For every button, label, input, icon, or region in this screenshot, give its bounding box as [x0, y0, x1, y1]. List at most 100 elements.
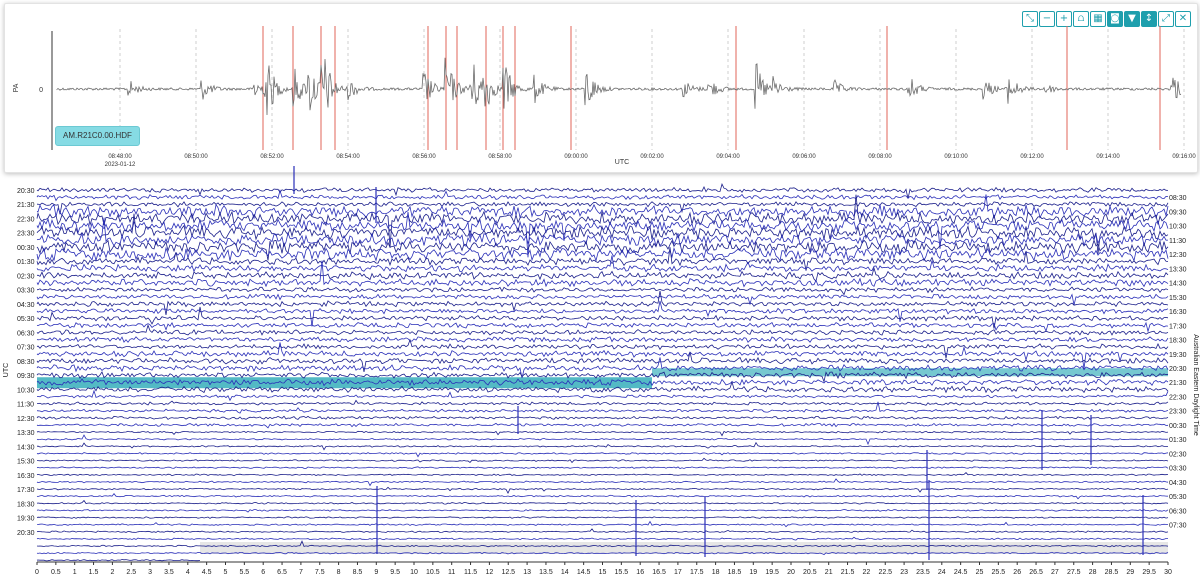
helicorder-row-trace [37, 457, 1169, 464]
helicorder-row-trace [36, 536, 1168, 541]
minute-tick-label: 19 [749, 569, 757, 576]
minute-tick-label: 10.5 [426, 569, 440, 576]
minute-tick-label: 18 [712, 569, 720, 576]
utc-hour-label: 23:30 [17, 231, 35, 238]
minute-tick-label: 28 [1089, 569, 1097, 576]
utc-hour-label: 17:30 [17, 487, 35, 494]
minute-tick-label: 26.5 [1029, 569, 1043, 576]
local-hour-label: 13:30 [1169, 266, 1187, 273]
minute-tick-label: 13.5 [539, 569, 553, 576]
utc-hour-label: 14:30 [17, 444, 35, 451]
utc-hour-label: 18:30 [17, 501, 35, 508]
local-hour-label: 18:30 [1169, 338, 1187, 345]
local-hour-label: 11:30 [1169, 238, 1186, 245]
minute-tick-label: 5.5 [239, 569, 249, 576]
minute-tick-label: 13 [523, 569, 531, 576]
minute-tick-label: 16.5 [652, 569, 666, 576]
minute-tick-label: 17.5 [690, 569, 704, 576]
minute-tick-label: 12.5 [501, 569, 515, 576]
minute-tick-label: 19.5 [765, 569, 779, 576]
local-hour-label: 22:30 [1169, 394, 1187, 401]
no-data-region [200, 542, 1168, 554]
helicorder-row-trace [36, 342, 1169, 369]
minute-tick-label: 8.5 [353, 569, 363, 576]
helicorder-plot[interactable]: 20:30 21:30 22:30 23:30 00:30 01:30 02:30 03:30… [0, 0, 1200, 577]
minute-tick-label: 9 [374, 569, 378, 576]
minute-tick-label: 7 [299, 569, 303, 576]
minute-tick-label: 11.5 [464, 569, 477, 576]
utc-hour-label: 03:30 [17, 288, 35, 295]
minute-tick-label: 27.5 [1067, 569, 1081, 576]
helicorder-row-trace [36, 422, 1169, 429]
minute-tick-label: 20 [787, 569, 795, 576]
minute-tick-label: 12 [486, 569, 494, 576]
minute-tick-label: 9.5 [390, 569, 400, 576]
utc-hour-label: 00:30 [17, 245, 35, 252]
helicorder-row-trace [36, 466, 1169, 469]
minute-tick-label: 10 [410, 569, 418, 576]
local-hour-label: 10:30 [1169, 224, 1187, 231]
minute-tick-label: 22.5 [878, 569, 892, 576]
minute-tick-label: 11 [448, 569, 455, 576]
utc-hour-label: 02:30 [17, 273, 35, 280]
minute-tick-label: 6 [261, 569, 265, 576]
helicorder-row-trace [37, 286, 1169, 296]
helicorder-row-trace [36, 499, 1169, 505]
local-hour-label: 23:30 [1169, 409, 1187, 416]
helicorder-row-trace [36, 338, 1169, 359]
utc-hour-label: 20:30 [17, 188, 35, 195]
utc-hour-label: 22:30 [17, 216, 35, 223]
utc-hour-label: 16:30 [17, 473, 35, 480]
local-hour-label: 09:30 [1169, 209, 1187, 216]
minute-tick-label: 28.5 [1105, 569, 1119, 576]
minute-tick-label: 6.5 [277, 569, 287, 576]
helicorder-row-trace [36, 189, 1169, 202]
helicorder-row-trace [36, 528, 1169, 533]
minute-tick-label: 25 [976, 569, 984, 576]
minute-tick-label: 25.5 [992, 569, 1006, 576]
minute-tick-label: 3.5 [164, 569, 174, 576]
minute-tick-label: 27 [1051, 569, 1059, 576]
helicorder-row-trace [36, 415, 1169, 420]
local-hour-label: 20:30 [1169, 366, 1187, 373]
helicorder-row-trace [36, 509, 1169, 513]
minute-tick-label: 23.5 [916, 569, 930, 576]
minute-tick-label: 0 [35, 569, 39, 576]
local-hour-label: 04:30 [1169, 480, 1187, 487]
helicorder-row-trace [36, 238, 1169, 261]
minute-tick-label: 20.5 [803, 569, 817, 576]
utc-hour-label: 08:30 [17, 359, 35, 366]
local-hour-label: 12:30 [1169, 252, 1187, 259]
local-hour-label: 17:30 [1169, 323, 1187, 330]
local-hour-label: 05:30 [1169, 494, 1187, 501]
utc-hour-label: 13:30 [17, 430, 35, 437]
minute-tick-label: 29 [1126, 569, 1134, 576]
utc-hour-label: 09:30 [17, 373, 35, 380]
helicorder-row-trace [36, 478, 1169, 487]
minute-tick-label: 17 [674, 569, 682, 576]
utc-hour-label: 07:30 [17, 345, 35, 352]
minute-tick-label: 7.5 [315, 569, 325, 576]
minute-tick-label: 29.5 [1142, 569, 1156, 576]
local-hour-label: 02:30 [1169, 451, 1187, 458]
minute-tick-label: 30 [1164, 569, 1172, 576]
minute-tick-label: 8 [337, 569, 341, 576]
helicorder-row-trace [36, 559, 201, 562]
minute-tick-label: 14.5 [577, 569, 591, 576]
helicorder-row-trace [36, 389, 1169, 402]
helicorder-row-trace [36, 217, 1169, 248]
utc-hour-label: 12:30 [17, 416, 35, 423]
utc-hour-label: 01:30 [17, 259, 35, 266]
minute-tick-label: 24 [938, 569, 946, 576]
utc-hour-label: 20:30 [17, 530, 35, 537]
local-hour-label: 21:30 [1169, 380, 1187, 387]
utc-hour-label: 15:30 [17, 459, 35, 466]
helicorder-row-trace [36, 452, 1169, 458]
minute-tick-label: 14 [561, 569, 569, 576]
right-axis-label: Australian Eastern Daylight Time [1192, 334, 1199, 436]
minute-tick-label: 0.5 [51, 569, 61, 576]
utc-hour-label: 06:30 [17, 330, 35, 337]
helicorder-row-trace [36, 486, 1169, 495]
local-hour-label: 16:30 [1169, 309, 1187, 316]
helicorder-row-trace [36, 520, 1169, 528]
